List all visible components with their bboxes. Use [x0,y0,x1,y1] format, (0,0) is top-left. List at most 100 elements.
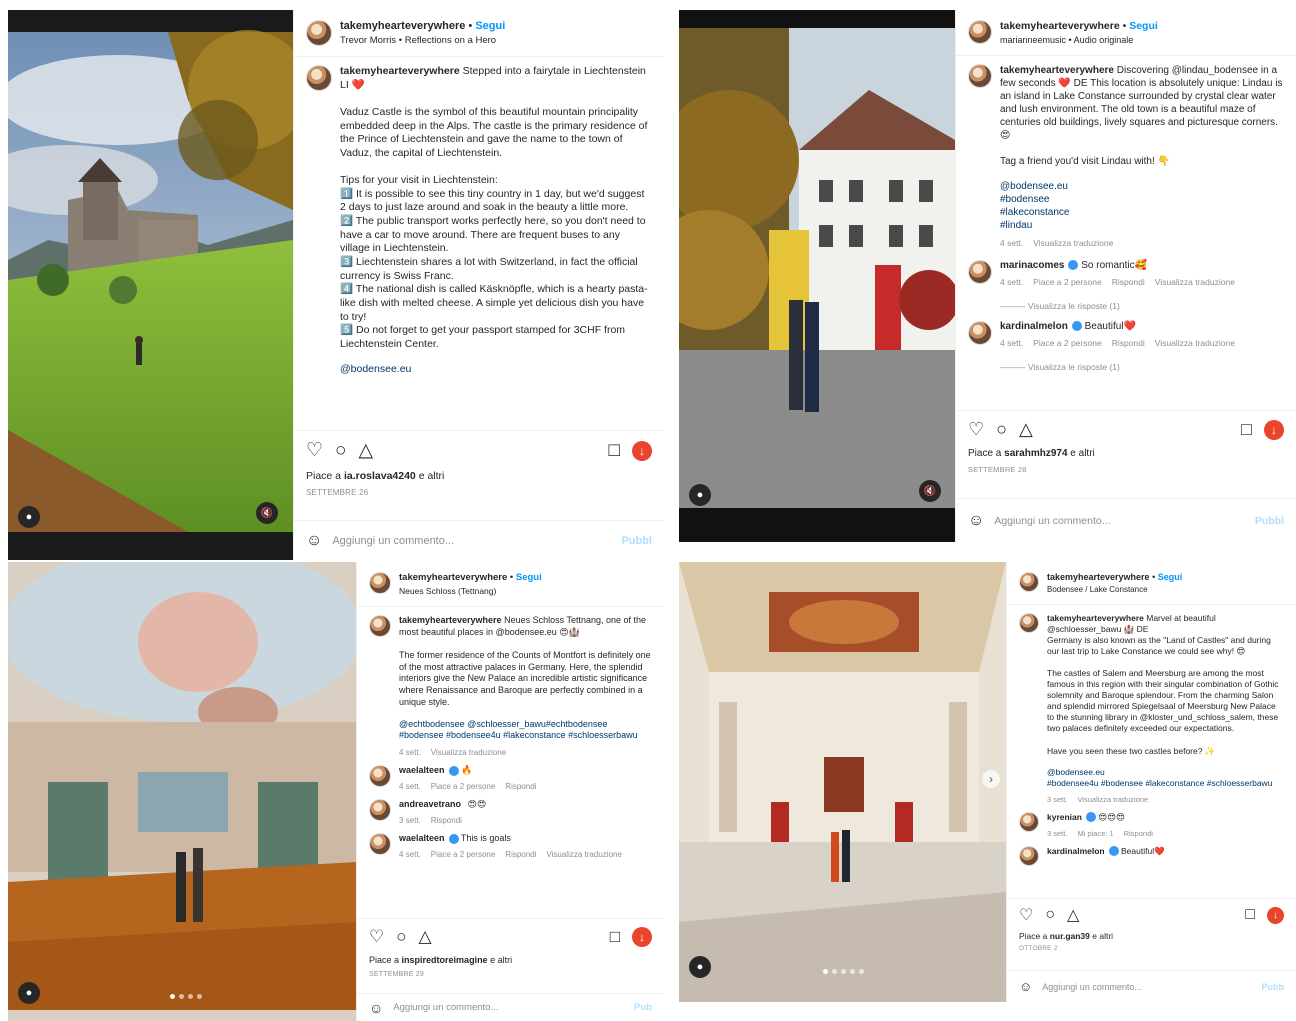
comment-likes[interactable]: Piace a 2 persone [1033,277,1102,287]
avatar[interactable] [306,20,332,46]
avatar[interactable] [369,572,391,594]
caption-tags[interactable]: @bodensee.eu [340,363,652,377]
post-media-vaduz-castle[interactable]: ● 🔇 [8,10,293,560]
translate-link[interactable]: Visualizza traduzione [1155,338,1235,348]
caption-tags[interactable]: @echtbodensee @schloesser_bawu#echtboden… [399,719,652,742]
caption-username[interactable]: takemyhearteverywhere [340,65,460,77]
avatar[interactable] [369,832,391,855]
caption-username[interactable]: takemyhearteverywhere [1047,613,1144,623]
heart-icon[interactable]: ♡ [968,419,984,440]
post-username[interactable]: takemyhearteverywhere [399,572,507,583]
muted-speaker-icon[interactable]: 🔇 [256,502,278,524]
avatar[interactable] [369,798,391,821]
avatar[interactable] [968,64,992,88]
avatar[interactable] [968,321,992,345]
reply-button[interactable]: Rispondi [1112,338,1145,348]
smiley-icon[interactable]: ☺ [1019,979,1032,994]
heart-icon[interactable]: ♡ [306,439,323,462]
caption-tags[interactable]: @bodensee.eu #bodensee4u #bodensee #lake… [1047,767,1284,789]
likes-suffix[interactable]: e altri [490,955,512,965]
translate-link[interactable]: Visualizza traduzione [1155,277,1235,287]
comment-input[interactable]: Aggiungi un commento... [1042,982,1251,992]
post-subtitle[interactable]: marianneemusic • Audio originale [1000,35,1158,45]
heart-icon[interactable]: ♡ [1019,905,1033,925]
avatar[interactable] [1019,845,1039,866]
likes-user[interactable]: nur.gan39 [1050,931,1090,941]
view-replies-link[interactable]: Visualizza le risposte (1) [1028,301,1120,311]
post-subtitle[interactable]: Bodensee / Lake Constance [1047,585,1182,594]
comment-username[interactable]: marinacomes [1000,260,1064,271]
caption-username[interactable]: takemyhearteverywhere [399,615,502,625]
bookmark-icon[interactable]: □ [1245,906,1255,924]
translate-link[interactable]: Visualizza traduzione [1077,795,1148,804]
bookmark-icon[interactable]: □ [610,927,620,947]
view-replies-link[interactable]: Visualizza le risposte (1) [1028,362,1120,372]
comment-username[interactable]: kardinalmelon [1047,846,1105,856]
heart-icon[interactable]: ♡ [369,927,384,947]
publish-button[interactable]: Pub [634,1002,652,1013]
comment-likes[interactable]: Mi piace: 1 [1077,829,1113,838]
avatar[interactable] [369,615,391,637]
comment-input[interactable]: Aggiungi un commento... [994,515,1244,527]
paper-plane-icon[interactable]: △ [359,439,374,462]
post-media-tettnang[interactable]: ● [8,562,356,1021]
likes-user[interactable]: inspiredtoreimagine [402,955,488,965]
comment-likes[interactable]: Piace a 2 persone [431,850,496,859]
post-username[interactable]: takemyhearteverywhere [1000,20,1120,32]
likes-suffix[interactable]: e altri [1092,931,1113,941]
likes-suffix[interactable]: e altri [419,470,445,482]
comment-username[interactable]: kardinalmelon [1000,321,1068,332]
download-icon[interactable]: ↓ [1267,906,1284,924]
likes-suffix[interactable]: e altri [1070,448,1094,459]
avatar[interactable] [1019,811,1039,832]
bookmark-icon[interactable]: □ [1241,419,1252,440]
avatar[interactable] [1019,613,1039,633]
paper-plane-icon[interactable]: △ [419,927,432,947]
follow-button[interactable]: Segui [516,572,542,583]
chevron-right-icon[interactable]: › [982,770,1000,788]
publish-button[interactable]: Pubbl [621,535,652,547]
comment-icon[interactable]: ○ [1045,906,1055,924]
user-tag-icon[interactable]: ● [689,484,711,506]
user-tag-icon[interactable]: ● [689,956,711,978]
comment-username[interactable]: waelalteen [399,765,445,775]
user-tag-icon[interactable]: ● [18,982,40,1004]
paper-plane-icon[interactable]: △ [1067,905,1079,925]
reply-button[interactable]: Rispondi [1112,277,1145,287]
caption-tags[interactable]: @bodensee.eu #bodensee #lakeconstance #l… [1000,180,1284,232]
comment-likes[interactable]: Piace a 2 persone [431,782,496,791]
translate-link[interactable]: Visualizza traduzione [546,850,621,859]
avatar[interactable] [968,20,992,44]
comment-username[interactable]: andreavetrano [399,799,461,809]
reply-button[interactable]: Rispondi [505,850,536,859]
download-icon[interactable]: ↓ [632,440,652,461]
avatar[interactable] [306,65,332,91]
muted-speaker-icon[interactable]: 🔇 [919,480,941,502]
download-icon[interactable]: ↓ [1264,419,1284,440]
comment-input[interactable]: Aggiungi un commento... [332,535,611,547]
avatar[interactable] [369,764,391,787]
translate-link[interactable]: Visualizza traduzione [431,748,506,757]
post-username[interactable]: takemyhearteverywhere [340,20,465,32]
reply-button[interactable]: Rispondi [505,782,536,791]
paper-plane-icon[interactable]: △ [1019,419,1033,440]
reply-button[interactable]: Rispondi [431,816,462,825]
publish-button[interactable]: Pubb [1262,982,1285,992]
comment-icon[interactable]: ○ [396,927,406,947]
post-media-lindau[interactable]: ● 🔇 [679,10,955,542]
publish-button[interactable]: Pubbl [1255,515,1284,527]
translate-link[interactable]: Visualizza traduzione [1033,238,1113,248]
bookmark-icon[interactable]: □ [609,440,620,462]
comment-username[interactable]: kyrenian [1047,812,1082,822]
comment-input[interactable]: Aggiungi un commento... [393,1002,624,1013]
follow-button[interactable]: Segui [475,20,505,32]
comment-username[interactable]: waelalteen [399,833,445,843]
comment-icon[interactable]: ○ [996,419,1007,440]
comment-icon[interactable]: ○ [335,440,346,462]
reply-button[interactable]: Rispondi [1124,829,1153,838]
follow-button[interactable]: Segui [1158,572,1183,582]
post-media-salem[interactable]: ● › [679,562,1006,1002]
follow-button[interactable]: Segui [1129,20,1158,32]
comment-likes[interactable]: Piace a 2 persone [1033,338,1102,348]
likes-user[interactable]: sarahmhz974 [1004,448,1067,459]
